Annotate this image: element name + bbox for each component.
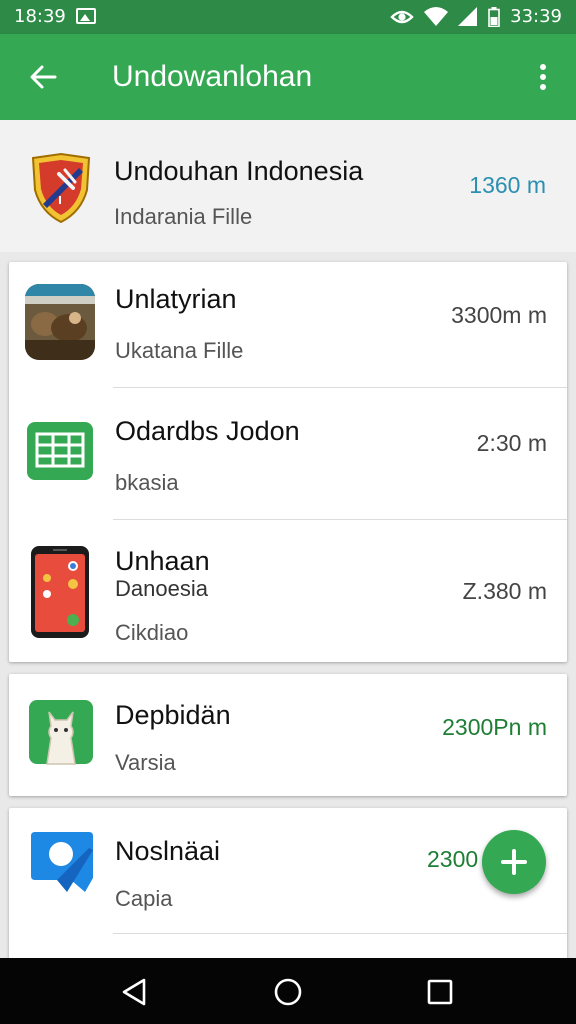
arrow-left-icon <box>30 65 57 89</box>
item-title: Undouhan Indonesia <box>114 156 364 186</box>
item-title: Noslnäai <box>115 836 221 866</box>
item-subtitle-secondary: Cikdiao <box>115 620 189 645</box>
overflow-menu-button[interactable] <box>528 56 558 98</box>
status-time: 18:39 <box>14 6 66 27</box>
item-subtitle: Danoesia <box>115 576 208 601</box>
plus-icon <box>501 849 527 875</box>
item-subtitle: Ukatana Fille <box>115 338 244 363</box>
nav-recents-button[interactable] <box>420 972 460 1012</box>
more-vertical-icon <box>540 64 546 90</box>
status-time-right: 33:39 <box>510 6 562 27</box>
item-size: Z.380 m <box>462 578 547 604</box>
item-size: 1360 m <box>469 172 546 198</box>
download-card: Unlatyrian Ukatana Fille 3300m m Odardbs… <box>9 262 567 662</box>
divider <box>113 933 567 934</box>
item-subtitle: Capia <box>115 886 173 911</box>
item-subtitle: Indarania Fille <box>114 204 253 229</box>
llama-icon <box>27 698 95 766</box>
shield-icon <box>26 150 96 226</box>
back-triangle-icon <box>122 978 146 1006</box>
nav-back-button[interactable] <box>114 972 154 1012</box>
add-button[interactable] <box>482 830 546 894</box>
eye-icon <box>390 10 414 23</box>
system-nav-bar <box>0 958 576 1024</box>
chat-bubble-icon <box>27 826 97 900</box>
back-button[interactable] <box>22 56 64 98</box>
item-size: 2:30 m <box>476 430 547 456</box>
item-size: 3300m m <box>451 302 547 328</box>
list-item[interactable]: Unlatyrian Ukatana Fille 3300m m <box>9 262 567 388</box>
image-icon <box>76 8 96 24</box>
list-item[interactable]: Unhaan Danoesia Cikdiao Z.380 m <box>9 520 567 662</box>
battery-icon <box>488 6 500 27</box>
signal-icon <box>458 6 478 26</box>
nav-home-button[interactable] <box>268 972 308 1012</box>
recents-square-icon <box>427 979 453 1005</box>
item-subtitle: bkasia <box>115 470 179 495</box>
spreadsheet-icon <box>25 414 95 490</box>
item-size: 2300Pn m <box>442 714 547 740</box>
status-bar: 18:39 33:39 <box>0 0 576 34</box>
item-title: Odardbs Jodon <box>115 416 300 446</box>
item-title: Unlatyrian <box>115 284 237 314</box>
app-bar: Undowanlohan <box>0 34 576 120</box>
home-circle-icon <box>274 978 302 1006</box>
download-card: Depbidän Varsia 2300Pn m <box>9 674 567 796</box>
download-card: Noslnäai Capia 2300 <box>9 808 567 958</box>
list-item[interactable]: Undouhan Indonesia Indarania Fille 1360 … <box>0 120 576 252</box>
wifi-icon <box>424 6 449 26</box>
item-title: Depbidän <box>115 700 231 730</box>
page-title: Undowanlohan <box>112 60 313 93</box>
list-item[interactable]: Depbidän Varsia 2300Pn m <box>9 674 567 796</box>
item-size: 2300 <box>427 846 479 872</box>
list-item[interactable]: Odardbs Jodon bkasia 2:30 m <box>9 388 567 520</box>
item-subtitle: Varsia <box>115 750 176 775</box>
phone-icon <box>29 544 91 640</box>
photo-thumbnail-icon <box>25 284 95 360</box>
download-list: Undouhan Indonesia Indarania Fille 1360 … <box>0 120 576 958</box>
item-title: Unhaan <box>115 546 210 576</box>
status-icons: 33:39 <box>390 6 562 27</box>
